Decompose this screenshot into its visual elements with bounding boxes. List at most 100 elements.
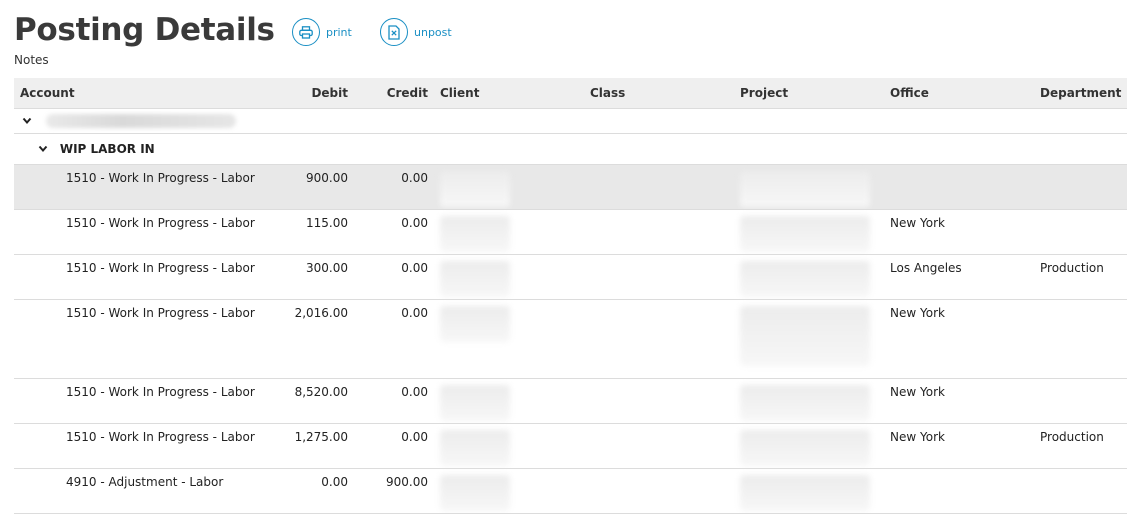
column-header-project[interactable]: Project	[734, 78, 884, 109]
cell-client	[434, 164, 584, 210]
cell-account: 4910 - Adjustment - Labor	[14, 468, 276, 514]
cell-credit: 0.00	[354, 209, 434, 255]
cell-class	[584, 378, 734, 424]
redacted-project	[740, 261, 870, 297]
redacted-project	[740, 430, 870, 466]
cell-debit: 2,016.00	[276, 299, 354, 379]
page-title: Posting Details	[14, 12, 275, 48]
unpost-button[interactable]: unpost	[380, 18, 452, 46]
cell-debit: 300.00	[276, 254, 354, 300]
printer-icon	[292, 18, 320, 46]
posting-table: Account Debit Credit Client Class Projec…	[14, 78, 1127, 514]
column-header-client[interactable]: Client	[434, 78, 584, 109]
cell-department	[1034, 299, 1127, 379]
cell-department	[1034, 378, 1127, 424]
cell-class	[584, 254, 734, 300]
cell-credit: 900.00	[354, 468, 434, 514]
redacted-project	[740, 385, 870, 421]
column-header-class[interactable]: Class	[584, 78, 734, 109]
cell-project	[734, 209, 884, 255]
cell-office: Los Angeles	[884, 254, 1034, 300]
cell-credit: 0.00	[354, 378, 434, 424]
table-row[interactable]: 4910 - Adjustment - Labor 0.00 900.00	[14, 468, 1127, 514]
table-row[interactable]: 1510 - Work In Progress - Labor 2,016.00…	[14, 299, 1127, 379]
cell-account: 1510 - Work In Progress - Labor	[14, 423, 276, 469]
cell-department	[1034, 209, 1127, 255]
subgroup-row[interactable]: WIP LABOR IN	[14, 133, 1127, 165]
redacted-client	[440, 216, 510, 252]
redacted-project	[740, 306, 870, 366]
cell-debit: 8,520.00	[276, 378, 354, 424]
redacted-project	[740, 171, 870, 207]
column-header-debit[interactable]: Debit	[276, 78, 354, 109]
column-header-department[interactable]: Department	[1034, 78, 1127, 109]
redacted-client	[440, 261, 510, 297]
cell-project	[734, 299, 884, 379]
column-header-office[interactable]: Office	[884, 78, 1034, 109]
redacted-client	[440, 306, 510, 342]
cell-department	[1034, 164, 1127, 210]
table-row[interactable]: 1510 - Work In Progress - Labor 1,275.00…	[14, 423, 1127, 469]
redacted-project	[740, 475, 870, 511]
cell-account: 1510 - Work In Progress - Labor	[14, 299, 276, 379]
document-x-icon	[380, 18, 408, 46]
chevron-down-icon[interactable]	[38, 142, 48, 156]
cell-client	[434, 423, 584, 469]
cell-project	[734, 254, 884, 300]
cell-account: 1510 - Work In Progress - Labor	[14, 209, 276, 255]
cell-department	[1034, 468, 1127, 514]
cell-debit: 1,275.00	[276, 423, 354, 469]
table-row[interactable]: 1510 - Work In Progress - Labor 300.00 0…	[14, 254, 1127, 300]
cell-office: New York	[884, 423, 1034, 469]
notes-label: Notes	[14, 53, 49, 67]
cell-client	[434, 378, 584, 424]
cell-debit: 0.00	[276, 468, 354, 514]
cell-class	[584, 209, 734, 255]
cell-class	[584, 423, 734, 469]
redacted-client	[440, 385, 510, 421]
table-row[interactable]: 1510 - Work In Progress - Labor 8,520.00…	[14, 378, 1127, 424]
cell-class	[584, 299, 734, 379]
posting-details-page: Posting Details print unpost Notes Accou…	[0, 0, 1127, 517]
column-header-credit[interactable]: Credit	[354, 78, 434, 109]
cell-debit: 900.00	[276, 164, 354, 210]
print-button[interactable]: print	[292, 18, 352, 46]
redacted-client	[440, 171, 510, 207]
redacted-client	[440, 475, 510, 511]
redacted-group-name	[45, 114, 236, 129]
cell-credit: 0.00	[354, 164, 434, 210]
cell-department: Production	[1034, 423, 1127, 469]
column-header-account[interactable]: Account	[14, 78, 276, 109]
table-header-row: Account Debit Credit Client Class Projec…	[14, 78, 1127, 109]
table-row[interactable]: 1510 - Work In Progress - Labor 900.00 0…	[14, 164, 1127, 210]
cell-office: New York	[884, 209, 1034, 255]
cell-account: 1510 - Work In Progress - Labor	[14, 254, 276, 300]
cell-client	[434, 254, 584, 300]
subgroup-label: WIP LABOR IN	[59, 142, 155, 157]
cell-client	[434, 299, 584, 379]
cell-credit: 0.00	[354, 299, 434, 379]
cell-project	[734, 164, 884, 210]
print-label: print	[326, 25, 352, 39]
cell-credit: 0.00	[354, 254, 434, 300]
chevron-down-icon[interactable]	[22, 114, 32, 128]
group-row[interactable]	[14, 108, 1127, 134]
cell-client	[434, 468, 584, 514]
unpost-label: unpost	[414, 25, 452, 39]
cell-project	[734, 468, 884, 514]
cell-project	[734, 378, 884, 424]
cell-office	[884, 164, 1034, 210]
cell-office: New York	[884, 299, 1034, 379]
cell-class	[584, 164, 734, 210]
cell-client	[434, 209, 584, 255]
cell-account: 1510 - Work In Progress - Labor	[14, 378, 276, 424]
cell-department: Production	[1034, 254, 1127, 300]
cell-account: 1510 - Work In Progress - Labor	[14, 164, 276, 210]
cell-office: New York	[884, 378, 1034, 424]
table-row[interactable]: 1510 - Work In Progress - Labor 115.00 0…	[14, 209, 1127, 255]
cell-class	[584, 468, 734, 514]
cell-project	[734, 423, 884, 469]
cell-office	[884, 468, 1034, 514]
redacted-client	[440, 430, 510, 466]
cell-credit: 0.00	[354, 423, 434, 469]
